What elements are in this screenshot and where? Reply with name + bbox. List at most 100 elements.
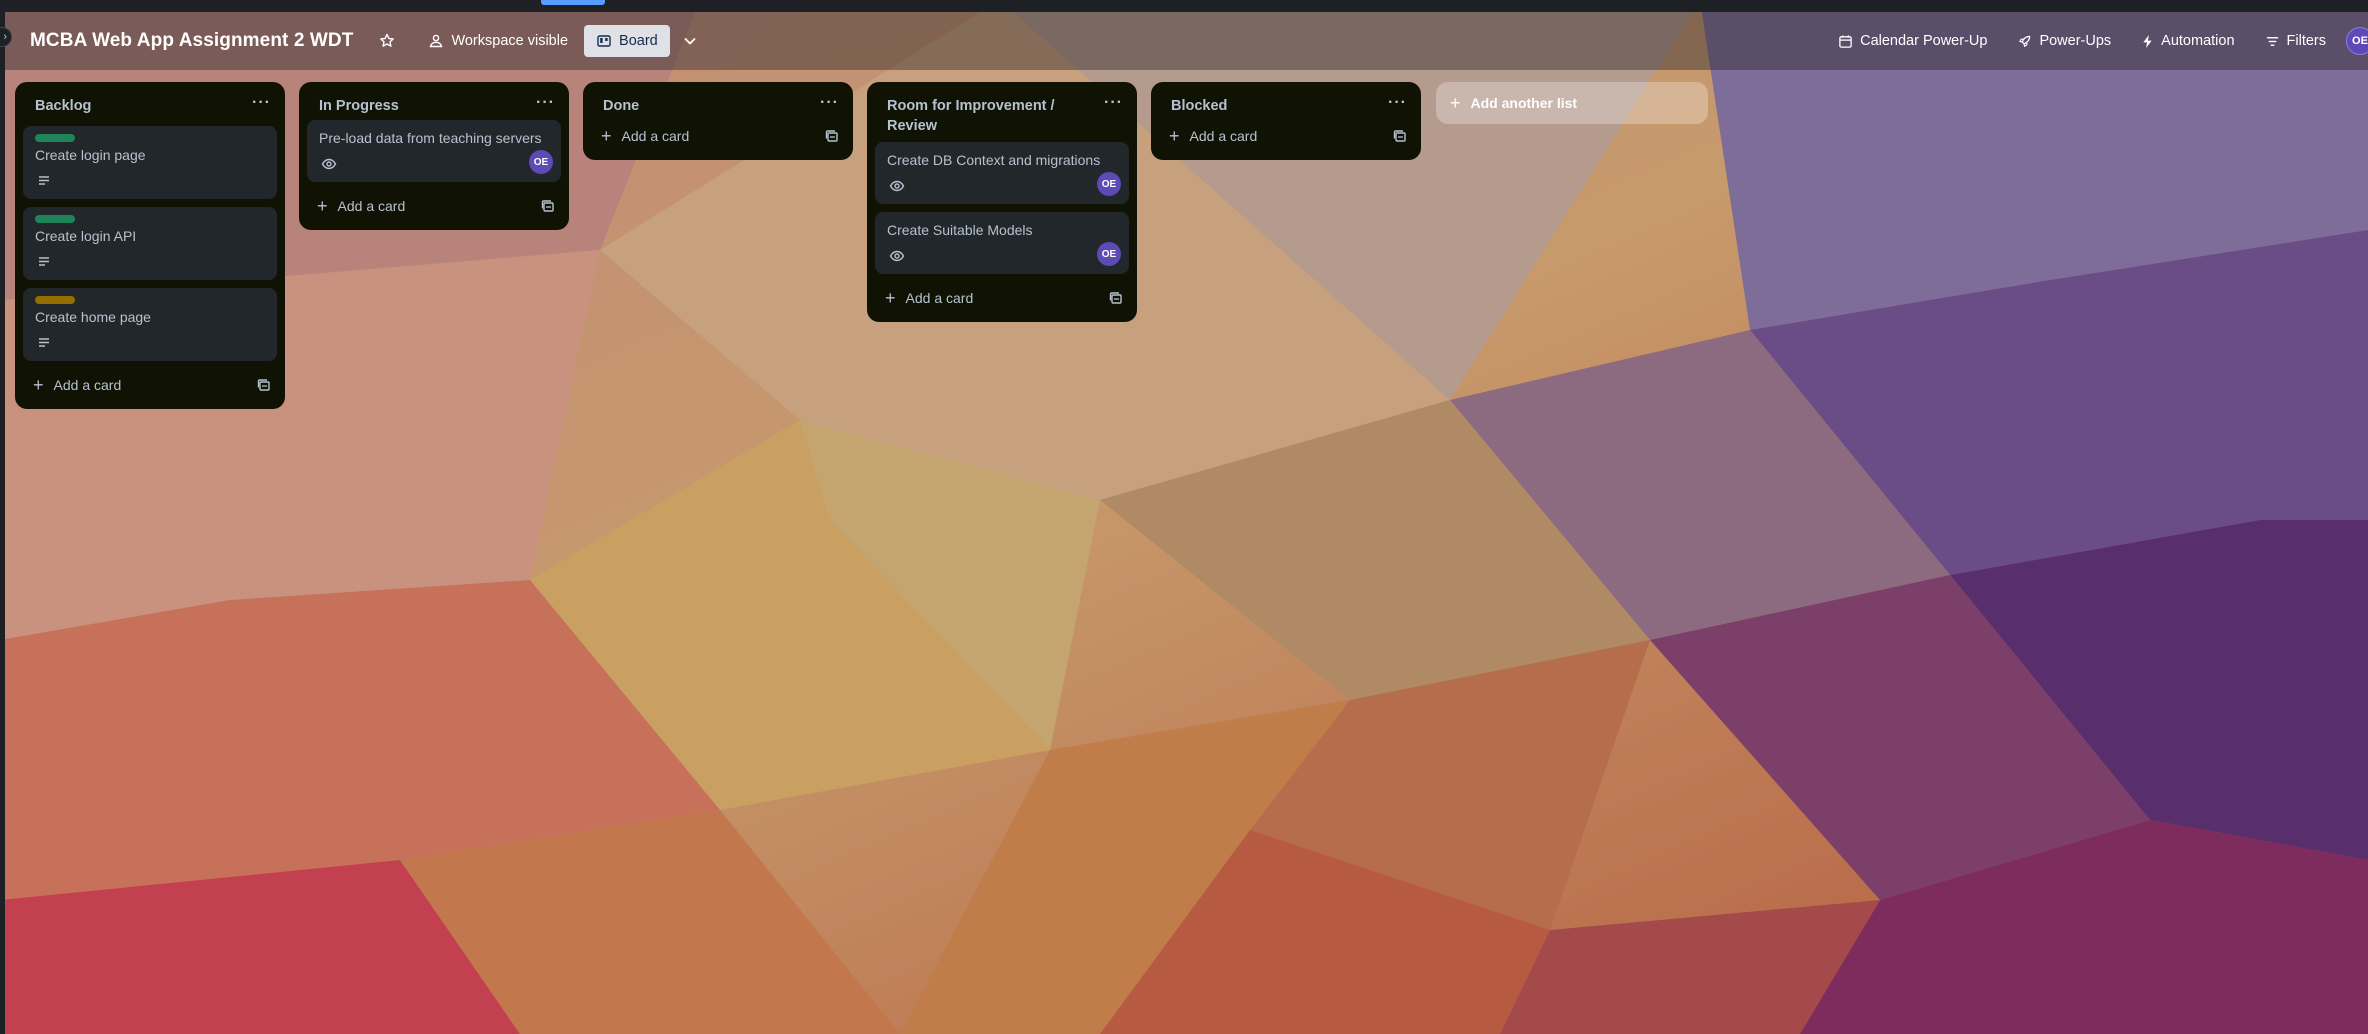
list-menu-icon[interactable]: ··· xyxy=(252,95,271,111)
card[interactable]: Create login page xyxy=(23,126,277,199)
add-card-button[interactable]: + Add a card xyxy=(33,375,122,395)
card-title: Pre-load data from teaching servers xyxy=(319,130,542,146)
card[interactable]: Pre-load data from teaching servers OE xyxy=(307,120,561,182)
list-blocked: Blocked ··· + Add a card xyxy=(1151,82,1421,160)
add-another-list-button[interactable]: + Add another list xyxy=(1436,82,1708,124)
board-view-label: Board xyxy=(619,33,658,49)
create-from-template-icon[interactable] xyxy=(257,378,271,392)
add-card-label: Add a card xyxy=(337,198,406,214)
active-tab-indicator xyxy=(541,0,605,5)
add-card-button[interactable]: + Add a card xyxy=(317,196,406,216)
board-title[interactable]: MCBA Web App Assignment 2 WDT xyxy=(30,30,353,52)
card[interactable]: Create Suitable Models OE xyxy=(875,212,1129,274)
rocket-icon xyxy=(2019,35,2031,47)
calendar-icon xyxy=(1839,34,1852,48)
automation-label: Automation xyxy=(2161,33,2235,49)
card-title: Create Suitable Models xyxy=(887,222,1033,238)
card-badges xyxy=(35,171,265,191)
plus-icon: + xyxy=(317,196,328,216)
member-avatar[interactable]: OE xyxy=(1097,172,1121,196)
card-title: Create login page xyxy=(35,147,146,163)
list-header: Room for Improvement / Review ··· xyxy=(867,82,1137,142)
header-actions: Calendar Power-Up Power-Ups Automation F… xyxy=(1816,25,2368,57)
plus-icon: + xyxy=(1450,92,1461,113)
plus-icon: + xyxy=(33,375,44,395)
add-another-list-label: Add another list xyxy=(1470,95,1578,111)
list-title[interactable]: Backlog xyxy=(35,96,91,116)
star-button[interactable] xyxy=(371,25,410,57)
calendar-powerup-label: Calendar Power-Up xyxy=(1860,33,1988,49)
powerups-label: Power-Ups xyxy=(2039,33,2112,49)
list-menu-icon[interactable]: ··· xyxy=(1388,95,1407,111)
calendar-powerup-button[interactable]: Calendar Power-Up xyxy=(1830,25,1995,57)
create-from-template-icon[interactable] xyxy=(825,129,839,143)
card-badges xyxy=(35,333,265,353)
filters-button[interactable]: Filters xyxy=(2257,25,2334,57)
card-badges xyxy=(887,246,1117,266)
list-title[interactable]: Room for Improvement / Review xyxy=(887,96,1077,136)
card-label[interactable] xyxy=(35,134,75,142)
card-title: Create home page xyxy=(35,309,151,325)
list-title[interactable]: Blocked xyxy=(1171,96,1227,116)
browser-top-strip xyxy=(0,0,2368,12)
people-icon xyxy=(430,34,443,48)
star-icon xyxy=(380,33,395,47)
eye-icon xyxy=(889,180,905,192)
add-card-row: + Add a card xyxy=(299,190,569,222)
user-avatar[interactable]: OE xyxy=(2346,27,2368,55)
sidebar-rail[interactable]: › xyxy=(0,12,12,1034)
eye-icon xyxy=(321,158,337,170)
board-view-button[interactable]: Board xyxy=(584,25,670,57)
add-card-row: + Add a card xyxy=(583,120,853,152)
card-label[interactable] xyxy=(35,215,75,223)
member-avatar[interactable]: OE xyxy=(529,150,553,174)
list-in-progress: In Progress ··· Pre-load data from teach… xyxy=(299,82,569,230)
member-avatar[interactable]: OE xyxy=(1097,242,1121,266)
add-card-button[interactable]: + Add a card xyxy=(1169,126,1258,146)
powerups-button[interactable]: Power-Ups xyxy=(2009,25,2119,57)
view-switcher-button[interactable] xyxy=(674,25,713,57)
add-card-label: Add a card xyxy=(1189,128,1258,144)
list-menu-icon[interactable]: ··· xyxy=(536,95,555,111)
description-icon xyxy=(39,176,49,185)
list-menu-icon[interactable]: ··· xyxy=(1104,95,1123,111)
list-menu-icon[interactable]: ··· xyxy=(820,95,839,111)
add-card-row: + Add a card xyxy=(1151,120,1421,152)
card-badges xyxy=(319,154,549,174)
visibility-label: Workspace visible xyxy=(451,33,569,49)
list-title[interactable]: In Progress xyxy=(319,96,399,116)
card-title: Create DB Context and migrations xyxy=(887,152,1101,168)
add-card-label: Add a card xyxy=(905,290,974,306)
card-label[interactable] xyxy=(35,296,75,304)
list-backlog: Backlog ··· Create login page Create log… xyxy=(15,82,285,409)
card-title: Create login API xyxy=(35,228,137,244)
add-card-button[interactable]: + Add a card xyxy=(601,127,690,145)
card[interactable]: Create login API xyxy=(23,207,277,280)
plus-icon: + xyxy=(885,288,896,308)
list-room-for-improvement: Room for Improvement / Review ··· Create… xyxy=(867,82,1137,322)
card[interactable]: Create DB Context and migrations OE xyxy=(875,142,1129,204)
card-badges xyxy=(887,176,1117,196)
create-from-template-icon[interactable] xyxy=(1109,291,1123,305)
add-card-row: + Add a card xyxy=(867,282,1137,314)
create-from-template-icon[interactable] xyxy=(541,199,555,213)
add-card-label: Add a card xyxy=(621,128,690,144)
eye-icon xyxy=(889,250,905,262)
board-header: MCBA Web App Assignment 2 WDT Workspace … xyxy=(5,12,2368,70)
automation-button[interactable]: Automation xyxy=(2133,25,2242,57)
board-icon xyxy=(597,35,611,47)
visibility-button[interactable]: Workspace visible xyxy=(420,25,576,57)
create-from-template-icon[interactable] xyxy=(1393,129,1407,143)
add-card-label: Add a card xyxy=(53,377,122,393)
filter-icon xyxy=(2266,36,2278,46)
plus-icon: + xyxy=(1169,126,1180,146)
lightning-icon xyxy=(2143,34,2152,48)
card[interactable]: Create home page xyxy=(23,288,277,361)
add-card-button[interactable]: + Add a card xyxy=(885,288,974,308)
list-done: Done ··· + Add a card xyxy=(583,82,853,160)
chevron-down-icon xyxy=(684,38,696,45)
description-icon xyxy=(39,338,49,347)
filters-label: Filters xyxy=(2286,33,2326,49)
add-card-row: + Add a card xyxy=(15,369,285,401)
list-title[interactable]: Done xyxy=(603,96,639,116)
